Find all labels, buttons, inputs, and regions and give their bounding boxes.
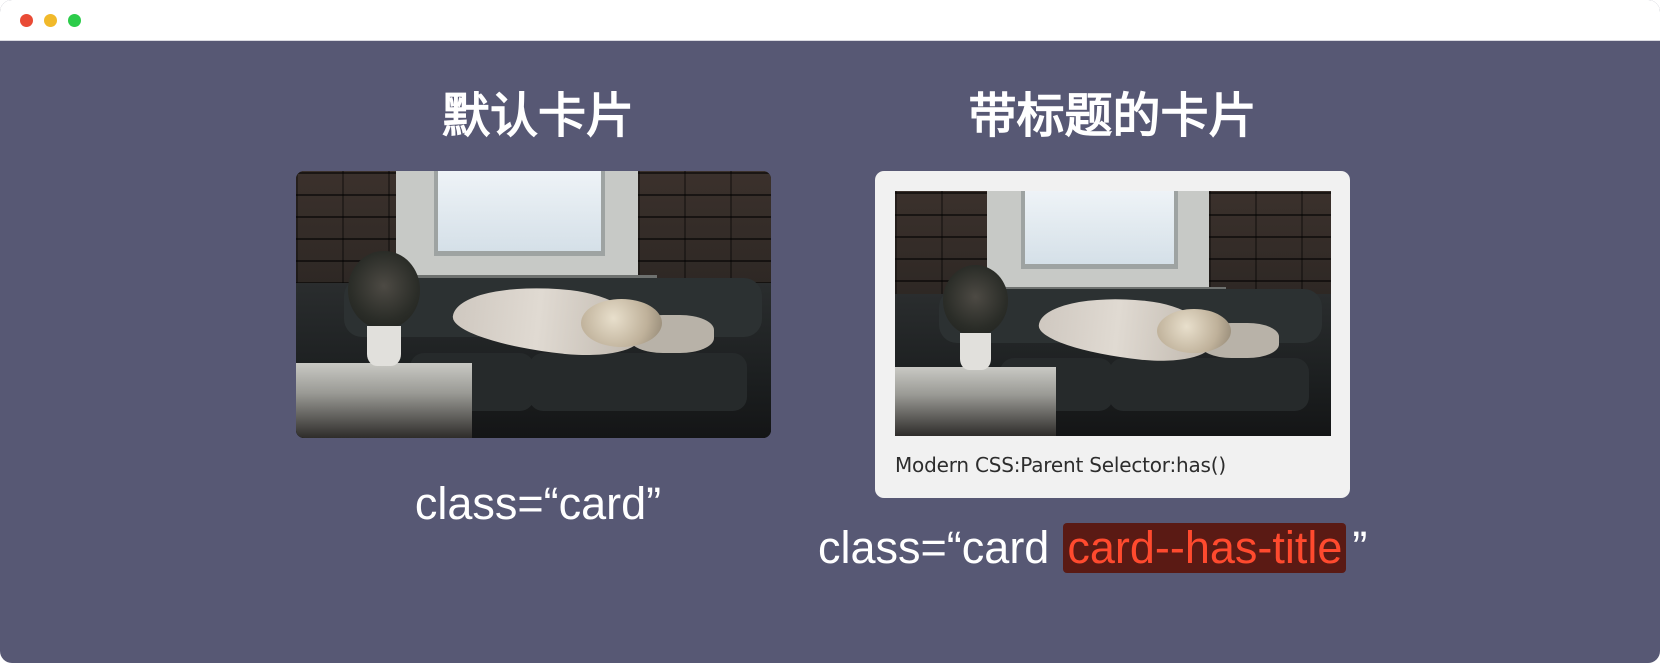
app-window: 默认卡片 带标题的卡片 Modern CSS:Parent Selector:h… bbox=[0, 0, 1660, 663]
photo-hair bbox=[1156, 308, 1231, 353]
photo-flowers bbox=[348, 251, 420, 329]
photo-window-glass bbox=[433, 171, 605, 257]
titled-card-heading: 带标题的卡片 bbox=[968, 88, 1257, 144]
photo-cushion bbox=[1108, 357, 1310, 412]
photo-side-table bbox=[296, 363, 472, 438]
titled-card-image bbox=[895, 191, 1331, 436]
highlighted-modifier-class: card--has-title bbox=[1063, 523, 1347, 573]
photo-vase bbox=[960, 333, 991, 370]
photo-side-table bbox=[895, 367, 1057, 436]
card-title: Modern CSS:Parent Selector:has() bbox=[895, 453, 1226, 477]
default-card-class-label: class=“card” bbox=[414, 478, 662, 529]
class-prefix: class=“card bbox=[818, 522, 1050, 573]
default-card-heading: 默认卡片 bbox=[441, 88, 634, 144]
default-card bbox=[296, 171, 771, 438]
minimize-window-button[interactable] bbox=[44, 14, 57, 27]
close-window-button[interactable] bbox=[20, 14, 33, 27]
photo-cushion bbox=[528, 352, 748, 412]
photo-vase bbox=[367, 325, 401, 366]
titled-card: Modern CSS:Parent Selector:has() bbox=[875, 171, 1350, 498]
photo-flowers bbox=[942, 264, 1009, 336]
titled-card-class-label: class=“card card--has-title” bbox=[818, 521, 1367, 575]
photo-hair bbox=[581, 299, 662, 348]
photo-window-glass bbox=[1021, 191, 1179, 270]
class-suffix: ” bbox=[1352, 522, 1368, 573]
title-bar bbox=[0, 0, 1660, 41]
maximize-window-button[interactable] bbox=[68, 14, 81, 27]
